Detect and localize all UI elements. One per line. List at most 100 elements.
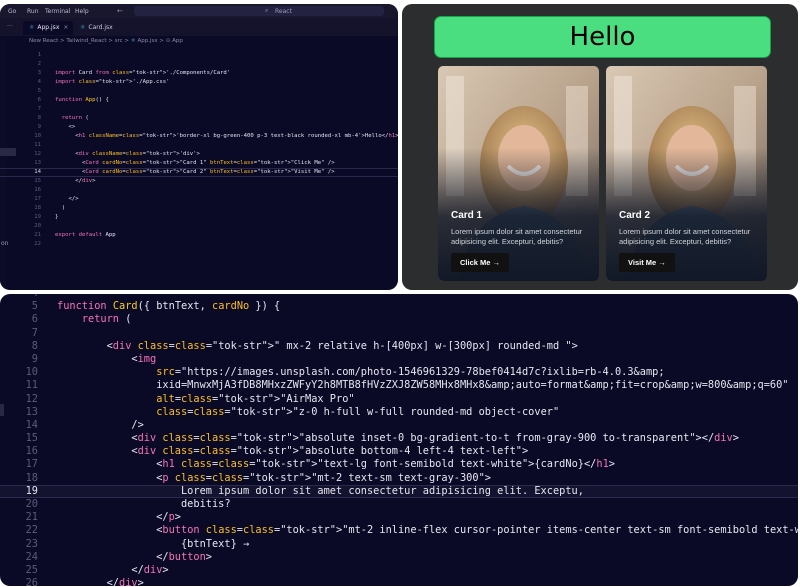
code-line[interactable]: 7: [0, 105, 398, 114]
code-line[interactable]: 17 </>: [0, 195, 398, 204]
code-line[interactable]: 19}: [0, 213, 398, 222]
code-line[interactable]: 16: [0, 186, 398, 195]
code-line[interactable]: 17 <h1 class=class="tok-str">"text-lg fo…: [0, 458, 798, 471]
code-line[interactable]: 22: [0, 240, 398, 249]
line-number: 26: [25, 577, 38, 586]
code-line[interactable]: 15 </div>: [0, 177, 398, 186]
breadcrumb-path[interactable]: New React > Tailwind_React > src >: [29, 38, 131, 44]
hello-heading: Hello: [434, 16, 771, 58]
editor-bottom-panel: 45function Card({ btnText, cardNo }) {6 …: [0, 294, 798, 586]
card-title: Card 2: [619, 210, 651, 221]
code-line[interactable]: 25 </div>: [0, 564, 798, 577]
preview-panel: Hello Card 1 Lorem ipsum dolor sit amet …: [402, 4, 798, 290]
back-arrow-icon[interactable]: ←: [117, 7, 123, 15]
line-number: 4: [37, 79, 41, 85]
code-line[interactable]: 4 import class="tok-str">'./App.css': [0, 78, 398, 87]
search-placeholder: React: [275, 8, 292, 15]
line-number: 16: [25, 445, 38, 458]
code-line[interactable]: 2: [0, 60, 398, 69]
code-text: alt=class="tok-str">"AirMax Pro": [156, 392, 355, 405]
react-file-icon: ⚛: [29, 24, 35, 31]
code-editor[interactable]: 45function Card({ btnText, cardNo }) {6 …: [0, 294, 798, 586]
click-me-button[interactable]: Click Me →: [451, 253, 510, 272]
code-line[interactable]: 8 <div class=class="tok-str">" mx-2 rela…: [0, 340, 798, 353]
code-line[interactable]: 22 <button class=class="tok-str">"mt-2 i…: [0, 524, 798, 537]
code-text: <img: [57, 352, 157, 365]
code-line[interactable]: 10 src="https://images.unsplash.com/phot…: [0, 366, 798, 379]
line-number: 7: [37, 106, 41, 112]
code-line[interactable]: 1: [0, 51, 398, 60]
code-text: src="https://images.unsplash.com/photo-1…: [156, 366, 665, 379]
code-line[interactable]: 26 </div>: [0, 577, 798, 586]
code-line[interactable]: 13 <Card cardNo=class="tok-str">"Card 1"…: [0, 159, 398, 168]
code-line[interactable]: 5 function Card({ btnText, cardNo }) {: [0, 300, 798, 313]
code-line[interactable]: 8 return (: [0, 114, 398, 123]
menu-terminal[interactable]: Terminal: [45, 8, 70, 15]
menu-go[interactable]: Go: [8, 8, 16, 15]
card-1: Card 1 Lorem ipsum dolor sit amet consec…: [438, 66, 599, 281]
code-line[interactable]: 6 function App() {: [0, 96, 398, 105]
code-text: </p>: [57, 511, 181, 524]
code-line[interactable]: 11 ixid=MnwxMjA3fDB8MHxzZWFyY2h8MTB8fHVz…: [0, 379, 798, 392]
code-line[interactable]: 12 alt=class="tok-str">"AirMax Pro": [0, 393, 798, 406]
code-line[interactable]: 9 <>: [0, 123, 398, 132]
code-line[interactable]: 18 ): [0, 204, 398, 213]
code-line[interactable]: 19 Lorem ipsum dolor sit amet consectetu…: [0, 484, 798, 498]
line-number: 18: [25, 471, 38, 484]
code-line[interactable]: 20 debitis?: [0, 498, 798, 511]
code-line[interactable]: 10 <h1 className=class="tok-str">'border…: [0, 132, 398, 141]
code-line[interactable]: 6 return (: [0, 313, 798, 326]
code-line[interactable]: 5: [0, 87, 398, 96]
code-text: <h1 className=class="tok-str">'border-xl…: [55, 133, 398, 139]
code-text: </div>: [57, 563, 169, 576]
line-number: 6: [31, 313, 38, 326]
line-number: 13: [34, 160, 41, 166]
code-text: import Card from class="tok-str">'./Comp…: [55, 70, 231, 76]
menu-run[interactable]: Run: [27, 8, 39, 15]
code-line[interactable]: 14 <Card cardNo=class="tok-str">"Card 2"…: [0, 168, 398, 177]
line-number: 18: [34, 205, 41, 211]
line-number: 23: [25, 537, 38, 550]
card-body: Card 2 Lorem ipsum dolor sit amet consec…: [619, 210, 757, 272]
code-line[interactable]: 23 {btnText} →: [0, 538, 798, 551]
line-number: 25: [25, 563, 38, 576]
line-number: 8: [37, 115, 41, 121]
line-number: 14: [34, 169, 41, 175]
tab-card-jsx[interactable]: ⚛ Card.jsx: [74, 21, 118, 35]
code-line[interactable]: 11: [0, 141, 398, 150]
breadcrumb-symbol[interactable]: App: [172, 38, 183, 44]
code-text: <div class=class="tok-str">" mx-2 relati…: [57, 339, 578, 352]
line-number: 17: [25, 458, 38, 471]
visit-me-button[interactable]: Visit Me →: [619, 253, 675, 272]
command-center-search[interactable]: ⌕ React: [134, 6, 384, 16]
code-line[interactable]: 3 import Card from class="tok-str">'./Com…: [0, 69, 398, 78]
code-line[interactable]: 20: [0, 222, 398, 231]
code-line[interactable]: 21 export default App: [0, 231, 398, 240]
code-text: </div>: [57, 577, 144, 586]
react-file-icon: ⚛: [80, 24, 86, 31]
line-number: 19: [25, 484, 38, 497]
line-number: 2: [37, 61, 41, 67]
code-editor[interactable]: 1 2 3 import Card from class="tok-str">'./C…: [0, 51, 398, 249]
code-line[interactable]: 9 <img: [0, 353, 798, 366]
code-line[interactable]: 12 <div className=class="tok-str">'div'>: [0, 150, 398, 159]
line-number: 16: [34, 187, 41, 193]
code-line[interactable]: 15 <div class=class="tok-str">"absolute …: [0, 432, 798, 445]
code-text: function App() {: [55, 97, 109, 103]
code-line[interactable]: 13 class=class="tok-str">"z-0 h-full w-f…: [0, 406, 798, 419]
code-line[interactable]: 24 </button>: [0, 551, 798, 564]
menu-help[interactable]: Help: [75, 8, 89, 15]
code-line[interactable]: 21 </p>: [0, 511, 798, 524]
code-line[interactable]: 14 />: [0, 419, 798, 432]
code-line[interactable]: 18 <p class=class="tok-str">"mt-2 text-s…: [0, 472, 798, 485]
code-text: ixid=MnwxMjA3fDB8MHxzZWFyY2h8MTB8fHVzZXJ…: [57, 379, 789, 392]
code-line[interactable]: 7: [0, 327, 798, 340]
breadcrumb-file[interactable]: App.jsx: [137, 38, 157, 44]
line-number: 7: [31, 326, 38, 339]
tab-app-jsx[interactable]: ⚛ App.jsx ×: [23, 21, 74, 35]
line-number: 24: [25, 550, 38, 563]
close-icon[interactable]: ×: [63, 24, 68, 31]
code-line[interactable]: 16 <div class=class="tok-str">"absolute …: [0, 445, 798, 458]
more-icon[interactable]: ···: [7, 23, 13, 30]
code-text: return (: [61, 115, 89, 121]
